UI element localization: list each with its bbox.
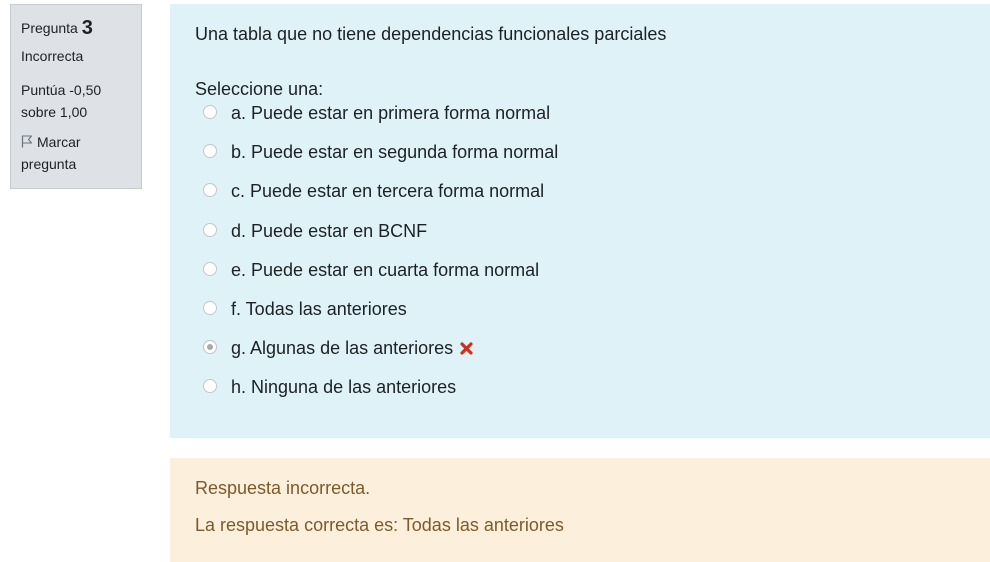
question-number-value: 3 bbox=[81, 17, 93, 39]
answer-option[interactable]: d. Puede estar en BCNF bbox=[195, 219, 965, 258]
answer-option[interactable]: c. Puede estar en tercera forma normal bbox=[195, 179, 965, 218]
answer-radio[interactable] bbox=[203, 261, 217, 276]
answer-option[interactable]: g. Algunas de las anteriores bbox=[195, 336, 965, 375]
answer-option[interactable]: f. Todas las anteriores bbox=[195, 297, 965, 336]
question-label: Pregunta bbox=[21, 20, 78, 36]
answer-label[interactable]: h. Ninguna de las anteriores bbox=[231, 377, 456, 397]
answer-label[interactable]: e. Puede estar en cuarta forma normal bbox=[231, 260, 539, 280]
answer-label[interactable]: d. Puede estar en BCNF bbox=[231, 221, 427, 241]
answer-option[interactable]: b. Puede estar en segunda forma normal bbox=[195, 140, 965, 179]
answer-radio[interactable] bbox=[203, 144, 217, 159]
question-number: Pregunta 3 bbox=[21, 15, 131, 41]
answer-radio[interactable] bbox=[203, 340, 217, 355]
flag-label-line-2: pregunta bbox=[21, 156, 77, 172]
question-formulation: Una tabla que no tiene dependencias func… bbox=[170, 4, 990, 438]
answer-option[interactable]: e. Puede estar en cuarta forma normal bbox=[195, 258, 965, 297]
answer-radio[interactable] bbox=[203, 300, 217, 315]
question-grade: Puntúa -0,50 sobre 1,00 bbox=[21, 79, 131, 123]
grade-line-1: Puntúa -0,50 bbox=[21, 82, 102, 98]
answer-label[interactable]: b. Puede estar en segunda forma normal bbox=[231, 142, 558, 162]
flag-label-line-1: Marcar bbox=[37, 134, 81, 150]
feedback-result: Respuesta incorrecta. bbox=[195, 478, 371, 498]
question-state: Incorrecta bbox=[21, 48, 84, 64]
flag-icon bbox=[21, 134, 37, 150]
incorrect-icon bbox=[460, 337, 473, 361]
answer-radio[interactable] bbox=[203, 183, 217, 198]
answer-label[interactable]: g. Algunas de las anteriores bbox=[231, 338, 453, 358]
answer-options: a. Puede estar en primera forma normal b.… bbox=[195, 101, 965, 415]
question-info-panel: Pregunta 3 Incorrecta Puntúa -0,50 sobre… bbox=[10, 4, 142, 189]
question-text: Una tabla que no tiene dependencias func… bbox=[195, 24, 667, 44]
feedback-correct-answer: La respuesta correcta es: Todas las ante… bbox=[195, 515, 564, 535]
answer-prompt: Seleccione una: bbox=[195, 79, 324, 99]
answer-label[interactable]: f. Todas las anteriores bbox=[231, 299, 407, 319]
answer-option[interactable]: h. Ninguna de las anteriores bbox=[195, 375, 965, 414]
answer-radio[interactable] bbox=[203, 379, 217, 394]
flag-question-link[interactable]: Marcar pregunta bbox=[21, 131, 131, 175]
question-feedback: Respuesta incorrecta. La respuesta corre… bbox=[170, 458, 990, 562]
answer-option[interactable]: a. Puede estar en primera forma normal bbox=[195, 101, 965, 140]
grade-line-2: sobre 1,00 bbox=[21, 104, 88, 120]
answer-label[interactable]: c. Puede estar en tercera forma normal bbox=[231, 181, 544, 201]
answer-radio[interactable] bbox=[203, 105, 217, 119]
answer-label[interactable]: a. Puede estar en primera forma normal bbox=[231, 103, 550, 123]
answer-radio[interactable] bbox=[203, 222, 217, 237]
